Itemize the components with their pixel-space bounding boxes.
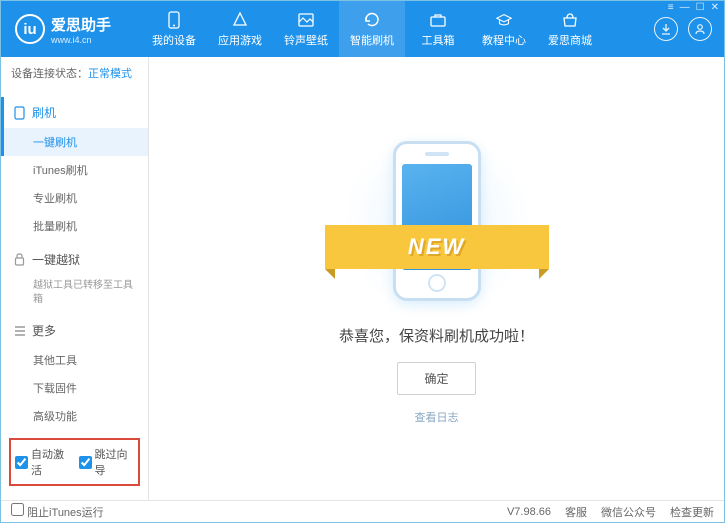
section-title: 一键越狱 (32, 251, 80, 268)
nav-label: 我的设备 (152, 32, 196, 48)
nav-tutorials[interactable]: 教程中心 (471, 1, 537, 57)
sidebar-item-batch-flash[interactable]: 批量刷机 (1, 212, 148, 240)
connection-status: 设备连接状态：正常模式 (1, 57, 148, 89)
success-illustration: NEW (337, 133, 537, 313)
refresh-icon (363, 11, 381, 29)
status-value: 正常模式 (88, 68, 132, 80)
support-link[interactable]: 客服 (565, 504, 587, 520)
sidebar-section-jailbreak[interactable]: 一键越狱 (1, 244, 148, 275)
sidebar: 设备连接状态：正常模式 刷机 一键刷机 iTunes刷机 专业刷机 批量刷机 一… (1, 57, 149, 500)
user-icon[interactable] (688, 17, 712, 41)
success-message: 恭喜您，保资料刷机成功啦！ (339, 325, 534, 346)
checkbox-block-itunes[interactable]: 阻止iTunes运行 (11, 503, 104, 520)
nav-toolbox[interactable]: 工具箱 (405, 1, 471, 57)
brand-site: www.i4.cn (51, 35, 111, 45)
logo: iu 爱思助手 www.i4.cn (1, 14, 141, 45)
header-actions (642, 17, 724, 41)
download-icon[interactable] (654, 17, 678, 41)
device-info[interactable]: iPhone 12 mini 64GB Down-12mini-13,1 (1, 494, 148, 500)
store-icon (561, 11, 579, 29)
version-label: V7.98.66 (507, 506, 551, 518)
wallpaper-icon (297, 11, 315, 29)
checkbox-input[interactable] (79, 456, 92, 469)
window-controls: ≡ — ☐ ✕ (668, 2, 719, 13)
checkbox-auto-activate[interactable]: 自动激活 (15, 446, 71, 478)
nav-label: 爱思商城 (548, 32, 592, 48)
flash-options: 自动激活 跳过向导 (9, 438, 140, 486)
nav-apps[interactable]: 应用游戏 (207, 1, 273, 57)
nav-label: 铃声壁纸 (284, 32, 328, 48)
sidebar-item-advanced[interactable]: 高级功能 (1, 402, 148, 430)
header: iu 爱思助手 www.i4.cn 我的设备 应用游戏 铃声壁纸 智能刷机 工具… (1, 1, 724, 57)
sidebar-item-download-firmware[interactable]: 下载固件 (1, 374, 148, 402)
nav-label: 智能刷机 (350, 32, 394, 48)
brand-name: 爱思助手 (51, 14, 111, 35)
checkbox-skip-guide[interactable]: 跳过向导 (79, 446, 135, 478)
nav-ringtones[interactable]: 铃声壁纸 (273, 1, 339, 57)
main-content: NEW 恭喜您，保资料刷机成功啦！ 确定 查看日志 (149, 57, 724, 500)
nav-label: 教程中心 (482, 32, 526, 48)
new-ribbon: NEW (325, 225, 549, 269)
phone-graphic (393, 141, 481, 301)
section-title: 更多 (32, 322, 56, 339)
sidebar-item-pro-flash[interactable]: 专业刷机 (1, 184, 148, 212)
apps-icon (231, 11, 249, 29)
sidebar-item-itunes-flash[interactable]: iTunes刷机 (1, 156, 148, 184)
top-nav: 我的设备 应用游戏 铃声壁纸 智能刷机 工具箱 教程中心 爱思商城 (141, 1, 642, 57)
minimize-icon[interactable]: — (680, 2, 690, 13)
section-title: 刷机 (32, 104, 56, 121)
close-icon[interactable]: ✕ (711, 2, 719, 13)
toolbox-icon (429, 11, 447, 29)
footer: 阻止iTunes运行 V7.98.66 客服 微信公众号 检查更新 (1, 500, 724, 522)
nav-label: 工具箱 (422, 32, 455, 48)
checkbox-label: 自动激活 (31, 446, 71, 478)
check-update-link[interactable]: 检查更新 (670, 504, 714, 520)
checkbox-label: 跳过向导 (95, 446, 135, 478)
jailbreak-note: 越狱工具已转移至工具箱 (1, 275, 148, 311)
checkbox-label: 阻止iTunes运行 (27, 507, 104, 519)
nav-my-device[interactable]: 我的设备 (141, 1, 207, 57)
ribbon-text: NEW (408, 234, 465, 260)
maximize-icon[interactable]: ☐ (696, 2, 705, 13)
phone-icon (165, 11, 183, 29)
sidebar-section-more[interactable]: 更多 (1, 315, 148, 346)
nav-store[interactable]: 爱思商城 (537, 1, 603, 57)
phone-icon (13, 106, 26, 119)
status-label: 设备连接状态： (11, 68, 88, 80)
graduation-icon (495, 11, 513, 29)
logo-icon: iu (15, 14, 45, 44)
sidebar-section-flash[interactable]: 刷机 (1, 97, 148, 128)
confirm-button[interactable]: 确定 (397, 362, 475, 395)
checkbox-input[interactable] (15, 456, 28, 469)
nav-label: 应用游戏 (218, 32, 262, 48)
nav-flash[interactable]: 智能刷机 (339, 1, 405, 57)
list-icon (13, 324, 26, 337)
sidebar-item-oneclick-flash[interactable]: 一键刷机 (1, 128, 148, 156)
checkbox-input[interactable] (11, 503, 24, 516)
view-log-link[interactable]: 查看日志 (415, 409, 459, 425)
lock-icon (13, 253, 26, 266)
sidebar-item-other-tools[interactable]: 其他工具 (1, 346, 148, 374)
wechat-link[interactable]: 微信公众号 (601, 504, 656, 520)
menu-icon[interactable]: ≡ (668, 2, 674, 13)
